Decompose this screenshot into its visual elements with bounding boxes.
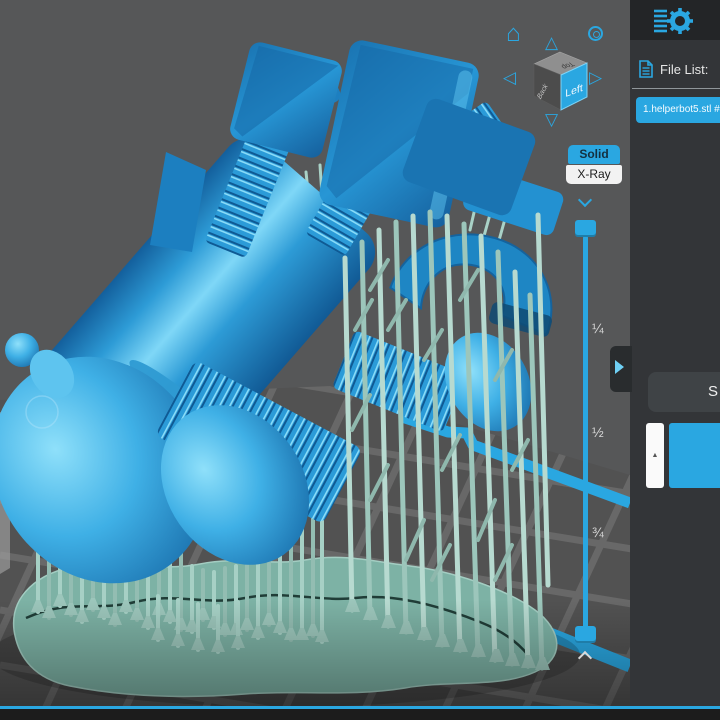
xray-view-button[interactable]: X-Ray bbox=[566, 165, 622, 184]
quantity-stepper[interactable]: ▲ bbox=[646, 423, 664, 488]
rotate-left-arrow-icon[interactable]: ◁ bbox=[503, 68, 516, 88]
slice-slider-track[interactable] bbox=[583, 236, 588, 628]
panel-expand-tab[interactable] bbox=[610, 346, 632, 392]
app-window: ⌂ △ ◁ ▷ ▽ Top Back Left Solid X-Ray ¼ ½ … bbox=[0, 0, 720, 720]
panel-header bbox=[630, 0, 720, 40]
divider bbox=[632, 88, 720, 89]
eye-perspective-icon[interactable] bbox=[588, 26, 603, 41]
vignette bbox=[0, 600, 630, 706]
file-list-label: File List: bbox=[660, 62, 709, 77]
document-icon bbox=[639, 60, 653, 78]
home-view-icon[interactable]: ⌂ bbox=[506, 20, 521, 48]
slice-slider-handle-bottom[interactable] bbox=[575, 626, 596, 643]
model-color-swatch[interactable] bbox=[669, 423, 720, 488]
bottom-status-bar bbox=[0, 709, 720, 720]
slider-mark-three-quarter: ¾ bbox=[592, 524, 604, 540]
slice-slider-handle-top[interactable] bbox=[575, 220, 596, 237]
settings-gear-icon[interactable] bbox=[650, 4, 700, 38]
slider-mark-half: ½ bbox=[592, 424, 604, 440]
view-cube[interactable]: Top Back Left bbox=[530, 50, 592, 114]
file-list-item[interactable]: 1.helperbot5.stl # bbox=[636, 97, 720, 123]
slider-mark-quarter: ¼ bbox=[592, 320, 604, 336]
solid-view-button[interactable]: Solid bbox=[568, 145, 620, 164]
file-list-header: File List: bbox=[638, 60, 720, 80]
slice-action-button[interactable]: S bbox=[648, 372, 720, 412]
right-panel: File List: 1.helperbot5.stl # S ▲ bbox=[610, 0, 720, 706]
